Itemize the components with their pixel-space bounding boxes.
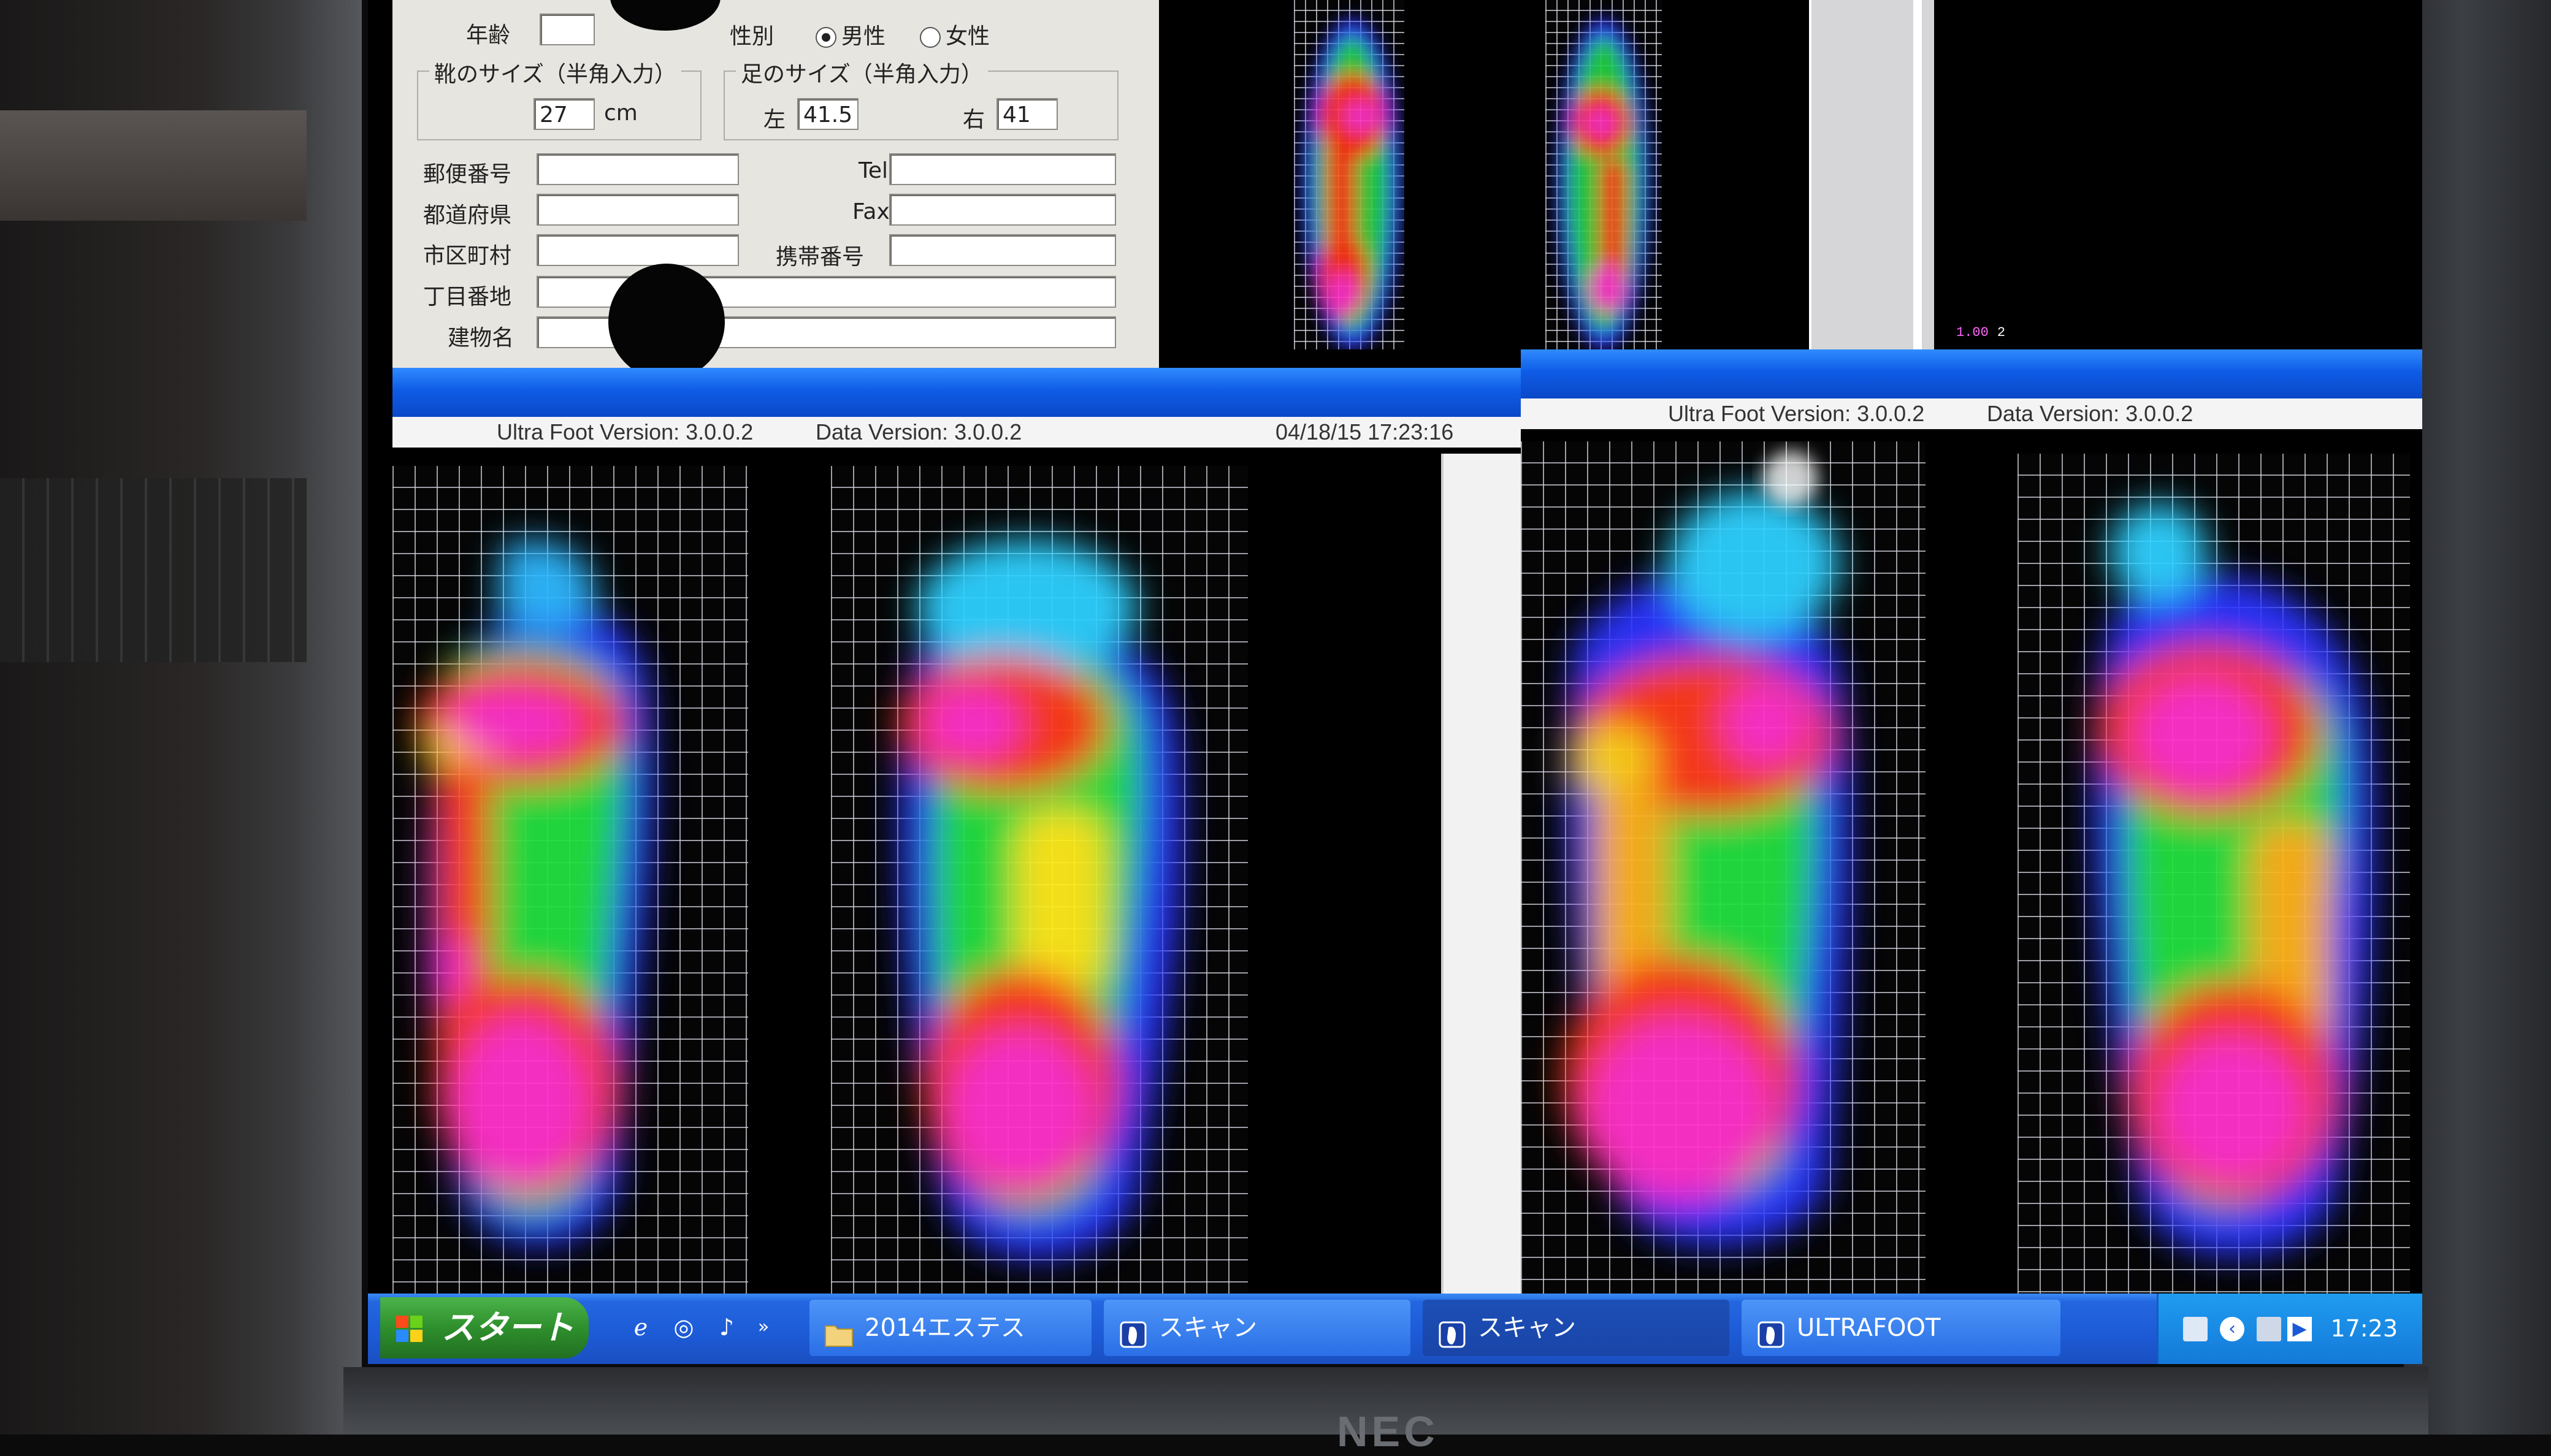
windows-logo-icon [396, 1316, 423, 1343]
monitor-logo: NEC [1337, 1408, 1439, 1455]
task-folder-2014[interactable]: 2014エステス [809, 1300, 1092, 1356]
folder-icon [824, 1313, 854, 1347]
gender-male-label: 男性 [841, 24, 886, 49]
keyboard-icon[interactable] [2183, 1317, 2208, 1341]
scale-value-a: 1.00 [1956, 325, 1989, 340]
postal-code-label: 郵便番号 [423, 162, 512, 187]
taskbar-clock: 17:23 [2330, 1315, 2398, 1342]
scan-window-left-info-bar: Ultra Foot Version: 3.0.0.2 Data Version… [392, 417, 1521, 448]
left-foot-grid [1521, 441, 1926, 1294]
scan-window-left-titlebar[interactable] [392, 368, 1521, 417]
task-ultrafoot[interactable]: ULTRAFOOT [1742, 1300, 2060, 1356]
data-version: Data Version: 3.0.0.2 [816, 419, 1022, 444]
task-label: 2014エステス [865, 1314, 1025, 1342]
right-foot-grid [2017, 454, 2410, 1294]
ultrafoot-app-icon [1119, 1313, 1148, 1348]
tel-label: Tel [859, 158, 889, 183]
building-label: 建物名 [448, 326, 514, 351]
task-label: スキャン [1159, 1314, 1257, 1342]
media-player-icon[interactable]: ♪ [711, 1312, 742, 1343]
right-foot-size-input[interactable]: 41 [996, 98, 1058, 130]
left-foot-label: 左 [763, 107, 786, 132]
shoe-size-unit: cm [604, 101, 638, 126]
preview-right-foot-heatmap [1545, 0, 1662, 349]
fax-input[interactable] [889, 194, 1116, 226]
ultrafoot-app-icon [1756, 1313, 1786, 1348]
age-input[interactable] [540, 13, 595, 45]
pressure-scale: 1.00 2 [1956, 325, 2005, 340]
task-label: ULTRAFOOT [1797, 1314, 1941, 1342]
quicklaunch-overflow-icon[interactable]: » [754, 1312, 773, 1343]
background-shelf [0, 110, 307, 221]
left-foot-heatmap [1521, 441, 1926, 1294]
system-tray: ‹ ▶ 17:23 [2157, 1294, 2422, 1364]
block-label: 丁目番地 [423, 284, 512, 310]
realtime-foot-preview: 1.00 2 [1159, 0, 2005, 349]
screen-defect-spot [608, 264, 725, 380]
prefecture-label: 都道府県 [423, 203, 512, 228]
shoe-size-input[interactable]: 27 [534, 98, 595, 130]
chevron-left-icon[interactable]: ‹ [2220, 1317, 2244, 1341]
preview-right-grid [1545, 0, 1662, 349]
tel-input[interactable] [889, 153, 1116, 185]
task-scan-1[interactable]: スキャン [1104, 1300, 1410, 1356]
scan-window-right: Ultra Foot Version: 3.0.0.2 Data Version… [1521, 349, 2422, 1294]
software-version: Ultra Foot Version: 3.0.0.2 [1668, 401, 1925, 426]
start-button[interactable]: スタート [380, 1297, 589, 1359]
mobile-label: 携帯番号 [776, 245, 865, 270]
gender-label: 性別 [730, 24, 774, 49]
screen: 年齢 性別 男性 女性 靴のサイズ（半角入力） 27 cm 足のサイズ（半角入力… [368, 0, 2422, 1364]
start-label: スタート [442, 1308, 574, 1347]
postal-code-input[interactable] [537, 153, 739, 185]
display-icon[interactable] [2257, 1317, 2281, 1341]
scale-value-b: 2 [1997, 325, 2006, 340]
preview-left-grid [1294, 0, 1404, 349]
gender-female-radio[interactable] [920, 27, 941, 48]
city-input[interactable] [537, 234, 739, 266]
left-foot-grid [392, 466, 748, 1294]
fax-label: Fax [852, 199, 890, 224]
shoe-size-group-title: 靴のサイズ（半角入力） [429, 56, 681, 88]
gender-female-label: 女性 [946, 24, 990, 49]
task-label: スキャン [1478, 1314, 1576, 1342]
background-keyboard [0, 478, 307, 662]
background-window-scrollbar[interactable] [1913, 0, 1922, 349]
left-foot-size-input[interactable]: 41.5 [797, 98, 859, 130]
right-foot-grid [831, 466, 1248, 1294]
scan-window-left-scrollbar[interactable] [1441, 454, 1523, 1294]
customer-info-window: 年齢 性別 男性 女性 靴のサイズ（半角入力） 27 cm 足のサイズ（半角入力… [392, 0, 1159, 380]
scan-window-right-titlebar[interactable] [1521, 349, 2422, 398]
city-label: 市区町村 [423, 243, 512, 269]
age-label: 年齢 [466, 23, 511, 48]
taskbar: スタート ℯ ◎ ♪ » 2014エステス スキャン スキャン ULTRAFOO… [368, 1294, 2422, 1364]
ultrafoot-app-icon [1437, 1313, 1467, 1348]
right-foot-heatmap [2017, 454, 2410, 1294]
gender-female-option[interactable]: 女性 [920, 18, 990, 50]
scan-timestamp: 04/18/15 17:23:16 [1276, 419, 1454, 444]
background-window-edge [1809, 0, 1934, 349]
software-version: Ultra Foot Version: 3.0.0.2 [497, 419, 754, 444]
right-foot-label: 右 [963, 107, 985, 132]
preview-left-foot-heatmap [1294, 0, 1404, 349]
monitor-bezel-left [0, 0, 362, 1435]
play-icon[interactable]: ▶ [2287, 1317, 2312, 1341]
gender-male-radio[interactable] [816, 27, 836, 48]
browser-icon[interactable]: ◎ [668, 1312, 699, 1343]
mobile-input[interactable] [889, 234, 1116, 266]
internet-explorer-icon[interactable]: ℯ [625, 1312, 656, 1343]
scan-window-left: Ultra Foot Version: 3.0.0.2 Data Version… [392, 368, 1523, 1294]
screen-defect-spot [610, 0, 721, 31]
data-version: Data Version: 3.0.0.2 [1987, 401, 2193, 426]
right-foot-heatmap [831, 466, 1248, 1294]
gender-male-option[interactable]: 男性 [816, 18, 885, 50]
monitor-bezel-right [2404, 0, 2551, 1435]
scan-window-right-info-bar: Ultra Foot Version: 3.0.0.2 Data Version… [1521, 398, 2422, 429]
left-foot-heatmap [392, 466, 748, 1294]
task-scan-2[interactable]: スキャン [1423, 1300, 1729, 1356]
prefecture-input[interactable] [537, 194, 739, 226]
foot-size-group-title: 足のサイズ（半角入力） [736, 56, 988, 88]
